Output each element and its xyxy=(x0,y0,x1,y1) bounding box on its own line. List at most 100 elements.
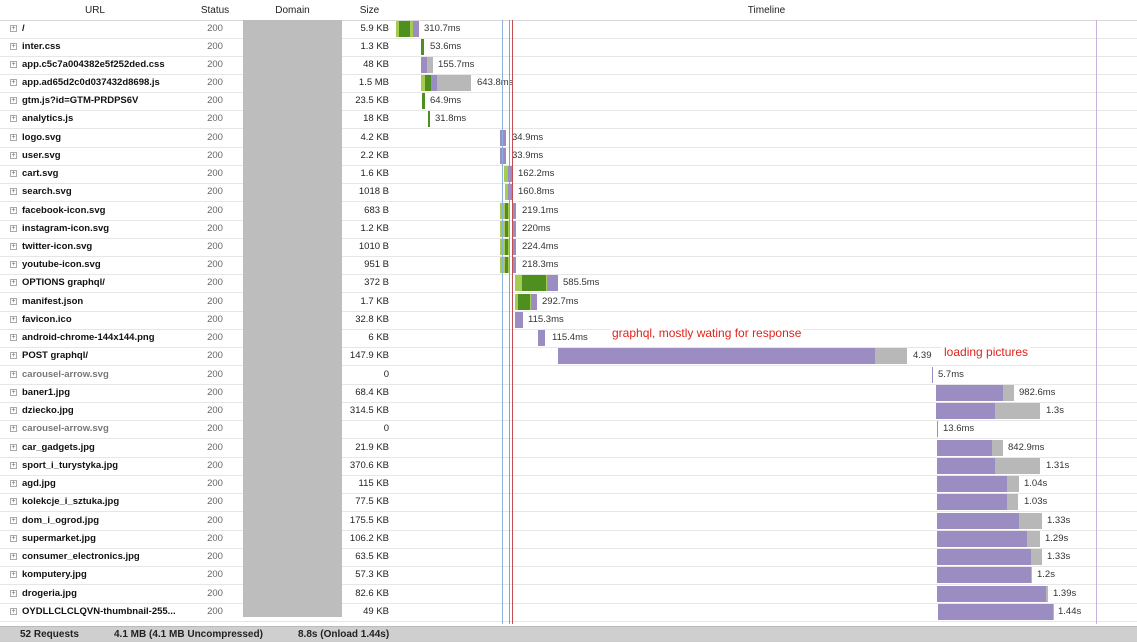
request-row[interactable]: + agd.jpg 200 115 KB 1.04s xyxy=(0,475,1137,494)
expand-row-icon[interactable]: + xyxy=(10,170,17,177)
expand-row-icon[interactable]: + xyxy=(10,462,17,469)
column-header-timeline[interactable]: Timeline xyxy=(400,0,1133,20)
timeline-bar-recv[interactable] xyxy=(938,604,1053,620)
request-url[interactable]: user.svg xyxy=(22,147,61,165)
timeline-bar-recv[interactable] xyxy=(937,494,1007,510)
request-row[interactable]: + logo.svg 200 4.2 KB 34.9ms xyxy=(0,129,1137,148)
request-row[interactable]: + carousel-arrow.svg 200 0 13.6ms xyxy=(0,420,1137,439)
timeline-bar-wait[interactable] xyxy=(995,403,1040,419)
request-row[interactable]: + facebook-icon.svg 200 683 B 219.1ms xyxy=(0,202,1137,221)
expand-row-icon[interactable]: + xyxy=(10,79,17,86)
request-url[interactable]: favicon.ico xyxy=(22,311,72,329)
expand-row-icon[interactable]: + xyxy=(10,261,17,268)
expand-row-icon[interactable]: + xyxy=(10,225,17,232)
column-header-size[interactable]: Size xyxy=(342,0,397,20)
timeline-bar-conn[interactable] xyxy=(428,111,430,127)
expand-row-icon[interactable]: + xyxy=(10,243,17,250)
request-row[interactable]: + app.c5c7a004382e5f252ded.css 200 48 KB 155… xyxy=(0,56,1137,75)
request-url[interactable]: OYDLLCLCLQVN-thumbnail-255... xyxy=(22,603,176,621)
timeline-bar-conn[interactable] xyxy=(505,221,508,237)
request-url[interactable]: logo.svg xyxy=(22,129,61,147)
request-url[interactable]: app.c5c7a004382e5f252ded.css xyxy=(22,56,165,74)
request-url[interactable]: app.ad65d2c0d037432d8698.js xyxy=(22,74,160,92)
expand-row-icon[interactable]: + xyxy=(10,134,17,141)
expand-row-icon[interactable]: + xyxy=(10,444,17,451)
timeline-bar-conn[interactable] xyxy=(422,93,425,109)
request-url[interactable]: carousel-arrow.svg xyxy=(22,420,109,438)
timeline-bar-recv[interactable] xyxy=(538,330,545,346)
request-row[interactable]: + twitter-icon.svg 200 1010 B 224.4ms xyxy=(0,238,1137,257)
request-row[interactable]: + carousel-arrow.svg 200 0 5.7ms xyxy=(0,366,1137,385)
timeline-bar-wait[interactable] xyxy=(1031,549,1042,565)
timeline-bar-conn[interactable] xyxy=(522,275,546,291)
request-url[interactable]: facebook-icon.svg xyxy=(22,202,105,220)
timeline-bar-wait[interactable] xyxy=(1003,385,1014,401)
request-row[interactable]: + analytics.js 200 18 KB 31.8ms xyxy=(0,110,1137,129)
timeline-bar-conn[interactable] xyxy=(399,21,410,37)
request-url[interactable]: baner1.jpg xyxy=(22,384,70,402)
expand-row-icon[interactable]: + xyxy=(10,480,17,487)
request-url[interactable]: car_gadgets.jpg xyxy=(22,439,95,457)
request-url[interactable]: inter.css xyxy=(22,38,61,56)
expand-row-icon[interactable]: + xyxy=(10,334,17,341)
expand-row-icon[interactable]: + xyxy=(10,352,17,359)
request-row[interactable]: + inter.css 200 1.3 KB 53.6ms xyxy=(0,38,1137,57)
request-url[interactable]: dom_i_ogrod.jpg xyxy=(22,512,99,530)
timeline-bar-wait[interactable] xyxy=(1007,494,1018,510)
timeline-bar-recv[interactable] xyxy=(937,440,992,456)
expand-row-icon[interactable]: + xyxy=(10,371,17,378)
request-url[interactable]: / xyxy=(22,20,25,38)
expand-row-icon[interactable]: + xyxy=(10,535,17,542)
request-url[interactable]: OPTIONS graphql/ xyxy=(22,274,105,292)
request-url[interactable]: youtube-icon.svg xyxy=(22,256,101,274)
expand-row-icon[interactable]: + xyxy=(10,590,17,597)
timeline-bar-wait[interactable] xyxy=(437,75,471,91)
timeline-bar-conn[interactable] xyxy=(505,257,508,273)
timeline-bar-wait[interactable] xyxy=(1053,604,1054,620)
request-row[interactable]: + app.ad65d2c0d037432d8698.js 200 1.5 MB 643… xyxy=(0,74,1137,93)
request-url[interactable]: dziecko.jpg xyxy=(22,402,74,420)
request-url[interactable]: android-chrome-144x144.png xyxy=(22,329,155,347)
column-header-domain[interactable]: Domain xyxy=(243,0,342,20)
timeline-bar-recv[interactable] xyxy=(937,586,1046,602)
expand-row-icon[interactable]: + xyxy=(10,61,17,68)
timeline-bar-recv[interactable] xyxy=(937,421,938,437)
timeline-bar-recv[interactable] xyxy=(936,403,995,419)
request-url[interactable]: agd.jpg xyxy=(22,475,56,493)
request-url[interactable]: instagram-icon.svg xyxy=(22,220,109,238)
request-row[interactable]: + baner1.jpg 200 68.4 KB 982.6ms xyxy=(0,384,1137,403)
timeline-bar-recv[interactable] xyxy=(531,294,537,310)
request-url[interactable]: analytics.js xyxy=(22,110,73,128)
request-url[interactable]: POST graphql/ xyxy=(22,347,88,365)
timeline-bar-wait[interactable] xyxy=(1019,513,1042,529)
column-header-url[interactable]: URL xyxy=(20,0,170,20)
expand-row-icon[interactable]: + xyxy=(10,389,17,396)
request-row[interactable]: + consumer_electronics.jpg 200 63.5 KB 1.33s xyxy=(0,548,1137,567)
request-url[interactable]: search.svg xyxy=(22,183,72,201)
timeline-bar-recv[interactable] xyxy=(932,367,933,383)
timeline-bar-recv[interactable] xyxy=(500,148,506,164)
request-row[interactable]: + sport_i_turystyka.jpg 200 370.6 KB 1.31s xyxy=(0,457,1137,476)
request-url[interactable]: cart.svg xyxy=(22,165,58,183)
expand-row-icon[interactable]: + xyxy=(10,97,17,104)
expand-row-icon[interactable]: + xyxy=(10,571,17,578)
timeline-bar-recv[interactable] xyxy=(937,531,1027,547)
timeline-bar-conn[interactable] xyxy=(505,239,508,255)
timeline-bar-recv[interactable] xyxy=(937,513,1019,529)
timeline-bar-wait[interactable] xyxy=(875,348,907,364)
request-row[interactable]: + youtube-icon.svg 200 951 B 218.3ms xyxy=(0,256,1137,275)
request-row[interactable]: + manifest.json 200 1.7 KB 292.7ms xyxy=(0,293,1137,312)
expand-row-icon[interactable]: + xyxy=(10,517,17,524)
request-row[interactable]: + user.svg 200 2.2 KB 33.9ms xyxy=(0,147,1137,166)
expand-row-icon[interactable]: + xyxy=(10,115,17,122)
timeline-bar-recv[interactable] xyxy=(937,458,995,474)
expand-row-icon[interactable]: + xyxy=(10,498,17,505)
column-header-status[interactable]: Status xyxy=(190,0,240,20)
request-url[interactable]: kolekcje_i_sztuka.jpg xyxy=(22,493,119,511)
timeline-bar-recv[interactable] xyxy=(937,549,1031,565)
request-row[interactable]: + / 200 5.9 KB 310.7ms xyxy=(0,20,1137,39)
timeline-bar-conn[interactable] xyxy=(505,203,508,219)
expand-row-icon[interactable]: + xyxy=(10,316,17,323)
timeline-bar-wait[interactable] xyxy=(995,458,1040,474)
request-url[interactable]: carousel-arrow.svg xyxy=(22,366,109,384)
